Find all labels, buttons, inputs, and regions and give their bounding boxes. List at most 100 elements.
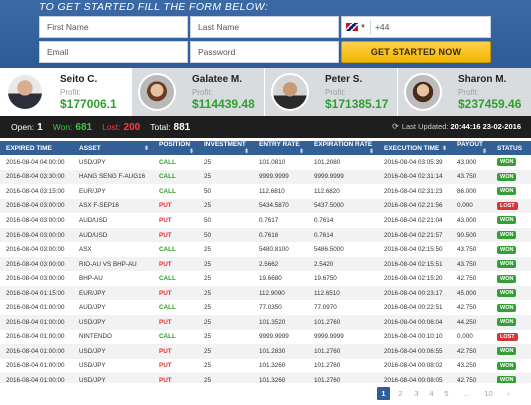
table-row[interactable]: 2016-08-04 01:15:00 EUR/JPY PUT 25 112.9090 1…	[0, 285, 531, 301]
open-count: 1	[37, 121, 43, 133]
table-cell: 101.3260	[253, 358, 308, 374]
table-row[interactable]: 2016-08-04 03:00:00 AUD/USD PUT 50 0.7616 0.7…	[0, 227, 531, 243]
table-cell: 0.7614	[308, 213, 378, 228]
trader-name: Galatee M.	[192, 74, 243, 85]
status-badge: WON	[497, 303, 517, 312]
table-cell: 25	[198, 256, 253, 272]
updated-label: Last Updated:	[401, 122, 449, 131]
status-badge: WON	[497, 158, 517, 167]
table-cell: 2.5420	[308, 256, 378, 272]
table-cell: 25	[198, 358, 253, 374]
uk-flag-icon[interactable]	[346, 23, 358, 31]
table-cell: 2.5662	[253, 256, 308, 272]
table-cell: 50	[198, 213, 253, 228]
refresh-icon[interactable]: ⟳	[392, 122, 399, 131]
total-count: 881	[173, 121, 191, 133]
table-cell: 43.000	[451, 155, 491, 170]
table-cell: 0.000	[451, 329, 491, 345]
next-page-button[interactable]: ›	[502, 387, 515, 400]
table-cell: 77.0350	[253, 300, 308, 316]
table-cell: CALL	[153, 329, 198, 345]
table-cell: 2016-08-04 01:15:00	[0, 285, 73, 301]
table-cell: 101.2760	[308, 358, 378, 374]
page-button[interactable]: 2	[394, 387, 407, 400]
table-cell: WON	[491, 271, 531, 286]
table-cell: WON	[491, 285, 531, 301]
updated-value: 20:44:16 23-02-2016	[450, 122, 521, 131]
column-header[interactable]: EXECUTION TIME ⬍	[378, 141, 451, 155]
table-cell: USD/JPY	[73, 315, 153, 330]
page-button[interactable]: 5	[440, 387, 453, 400]
table-row[interactable]: 2016-08-04 03:00:00 ASX F-SEP16 PUT 25 5434.…	[0, 198, 531, 214]
sort-icon[interactable]: ⬍	[369, 148, 374, 155]
top-traders: Seito C. Profit: $177006.1 Galatee M. Pr…	[0, 68, 531, 116]
table-cell: 0.7614	[308, 227, 378, 243]
first-name-placeholder: First Name	[47, 22, 89, 32]
table-cell: USD/JPY	[73, 155, 153, 170]
table-cell: PUT	[153, 315, 198, 330]
table-row[interactable]: 2016-08-04 03:00:00 RIO-AU VS BHP-AU PUT 25…	[0, 256, 531, 272]
table-row[interactable]: 2016-08-04 03:15:00 EUR/JPY CALL 50 112.6810…	[0, 184, 531, 199]
table-cell: 101.2760	[308, 344, 378, 359]
sort-icon[interactable]: ⬍	[442, 145, 447, 152]
column-header[interactable]: STATUS	[491, 141, 531, 155]
table-row[interactable]: 2016-08-04 01:00:00 AUD/JPY CALL 25 77.0350 7…	[0, 300, 531, 316]
column-header[interactable]: EXPIRATION RATE ⬍	[308, 141, 378, 155]
column-header[interactable]: POSITION ⬍	[153, 141, 198, 155]
sort-icon[interactable]: ⬍	[244, 148, 249, 155]
page-button[interactable]: 3	[410, 387, 423, 400]
get-started-button[interactable]: GET STARTED NOW	[341, 41, 491, 63]
column-header[interactable]: PAYOUT ⬍	[451, 141, 491, 155]
table-cell: 43.750	[451, 256, 491, 272]
table-cell: BHP-AU	[73, 271, 153, 286]
table-row[interactable]: 2016-08-04 01:00:00 USD/JPY PUT 25 101.3520 1…	[0, 315, 531, 330]
password-input[interactable]: Password	[190, 41, 339, 63]
sort-icon[interactable]: ⬍	[189, 148, 194, 155]
email-input[interactable]: Email	[39, 41, 188, 63]
table-row[interactable]: 2016-08-04 03:00:00 AUD/USD PUT 50 0.7617 0.7…	[0, 213, 531, 228]
table-row[interactable]: 2016-08-04 03:30:00 HANG SENG F-AUG16 CALL…	[0, 169, 531, 185]
sort-icon[interactable]: ⬍	[144, 145, 149, 152]
table-row[interactable]: 2016-08-04 03:00:00 BHP-AU CALL 25 19.6680 19…	[0, 271, 531, 286]
first-name-input[interactable]: First Name	[39, 16, 188, 38]
sort-icon[interactable]: ⬍	[482, 148, 487, 155]
status-badge: WON	[497, 274, 517, 283]
sort-icon[interactable]: ⬍	[299, 148, 304, 155]
chevron-down-icon[interactable]: ▼	[360, 24, 366, 30]
phone-input[interactable]: ▼ +44	[341, 16, 491, 38]
table-cell: 112.6510	[308, 285, 378, 301]
column-header[interactable]: INVESTMENT ⬍	[198, 141, 253, 155]
column-header[interactable]: ENTRY RATE ⬍	[253, 141, 308, 155]
trader-card: Galatee M. Profit: $114439.48	[132, 68, 265, 116]
table-cell: 2016-08-04 02:31:14	[378, 169, 451, 185]
table-cell: 0.7617	[253, 213, 308, 228]
last-name-input[interactable]: Last Name	[190, 16, 339, 38]
table-body: 2016-08-04 04:00:00 USD/JPY CALL 25 101.0810…	[0, 155, 531, 388]
page-button: ...	[463, 389, 470, 398]
table-cell: 2016-08-04 00:10:10	[378, 329, 451, 345]
table-row[interactable]: 2016-08-04 01:00:00 USD/JPY PUT 25 101.3260 1…	[0, 358, 531, 374]
column-header[interactable]: ASSET ⬍	[73, 141, 153, 155]
table-cell: 101.2760	[308, 315, 378, 330]
table-row[interactable]: 2016-08-04 03:00:00 ASX CALL 25 5480.8100 548…	[0, 242, 531, 257]
table-row[interactable]: 2016-08-04 01:00:00 USD/JPY PUT 25 101.2830 1…	[0, 344, 531, 359]
page-button[interactable]: 1	[377, 387, 390, 400]
table-cell: 2016-08-04 02:21:56	[378, 198, 451, 214]
page-button[interactable]: 4	[425, 387, 438, 400]
table-cell: 45.000	[451, 285, 491, 301]
table-row[interactable]: 2016-08-04 01:00:00 NINTENDO CALL 25 9999.99…	[0, 329, 531, 345]
status-badge: WON	[497, 361, 517, 370]
table-cell: 2016-08-04 03:00:00	[0, 227, 73, 243]
table-cell: 2016-08-04 03:00:00	[0, 242, 73, 257]
table-cell: 101.2080	[308, 155, 378, 170]
last-updated: ⟳ Last Updated: 20:44:16 23-02-2016	[392, 122, 521, 131]
table-cell: 2016-08-04 02:15:50	[378, 242, 451, 257]
status-badge: WON	[497, 245, 517, 254]
email-placeholder: Email	[47, 47, 69, 57]
status-badge: WON	[497, 347, 517, 356]
table-cell: 50	[198, 227, 253, 243]
table-row[interactable]: 2016-08-04 04:00:00 USD/JPY CALL 25 101.0810…	[0, 155, 531, 170]
table-cell: AUD/JPY	[73, 300, 153, 316]
column-header[interactable]: EXPIRED TIME	[0, 141, 73, 155]
page-button[interactable]: 10	[482, 387, 495, 400]
